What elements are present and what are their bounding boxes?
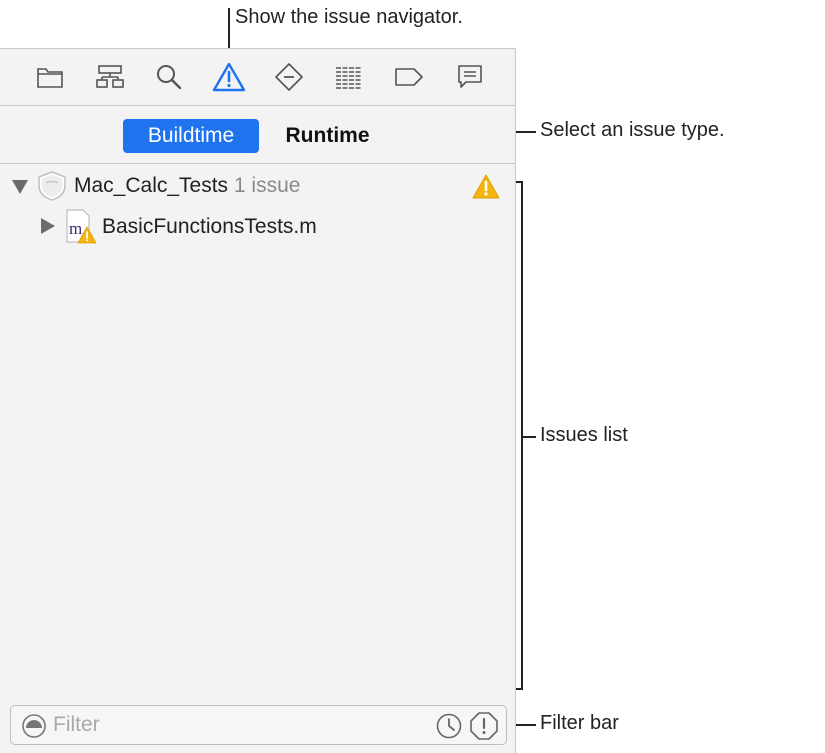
svg-text:m: m [69, 219, 82, 238]
issue-count: 1 issue [233, 174, 301, 197]
disclosure-expanded-icon[interactable] [11, 179, 29, 195]
callout-show-navigator: Show the issue navigator. [235, 6, 463, 28]
issue-type-selector: Buildtime Runtime [0, 106, 515, 164]
callout-issues-list: Issues list [540, 424, 628, 446]
folder-icon[interactable] [32, 61, 68, 93]
recent-clock-icon[interactable] [435, 712, 463, 740]
project-name: Mac_Calc_Tests 1 issue [74, 174, 300, 198]
comment-icon[interactable] [452, 61, 488, 93]
tab-runtime[interactable]: Runtime [270, 119, 385, 153]
filter-input[interactable] [53, 712, 413, 738]
warning-badge-icon [472, 174, 500, 199]
search-icon[interactable] [151, 61, 187, 93]
file-name: BasicFunctionsTests.m [102, 215, 317, 238]
warning-icon[interactable] [211, 61, 247, 93]
test-target-icon [38, 171, 66, 201]
navigator-toolbar [0, 49, 515, 106]
hierarchy-icon[interactable] [92, 61, 128, 93]
disclosure-collapsed-icon[interactable] [40, 217, 56, 235]
list-lines-icon[interactable] [331, 61, 367, 93]
callout-select-type: Select an issue type. [540, 119, 725, 141]
tag-icon[interactable] [391, 61, 427, 93]
callout-bracket-tick [522, 436, 536, 438]
callout-filter-bar: Filter bar [540, 712, 619, 734]
filter-scope-icon[interactable] [21, 713, 47, 739]
tree-row-project[interactable]: Mac_Calc_Tests 1 issue [0, 167, 515, 205]
issue-filter-icon[interactable] [469, 711, 499, 741]
filter-bar [10, 705, 507, 745]
project-title: Mac_Calc_Tests [74, 174, 229, 197]
test-diamond-icon[interactable] [271, 61, 307, 93]
tab-buildtime[interactable]: Buildtime [123, 119, 259, 153]
objc-file-icon: m [66, 209, 97, 244]
tree-row-file[interactable]: m BasicFunctionsTests.m [0, 207, 515, 245]
navigator-panel: Buildtime Runtime Mac_Calc_Tests 1 issue… [0, 48, 516, 753]
